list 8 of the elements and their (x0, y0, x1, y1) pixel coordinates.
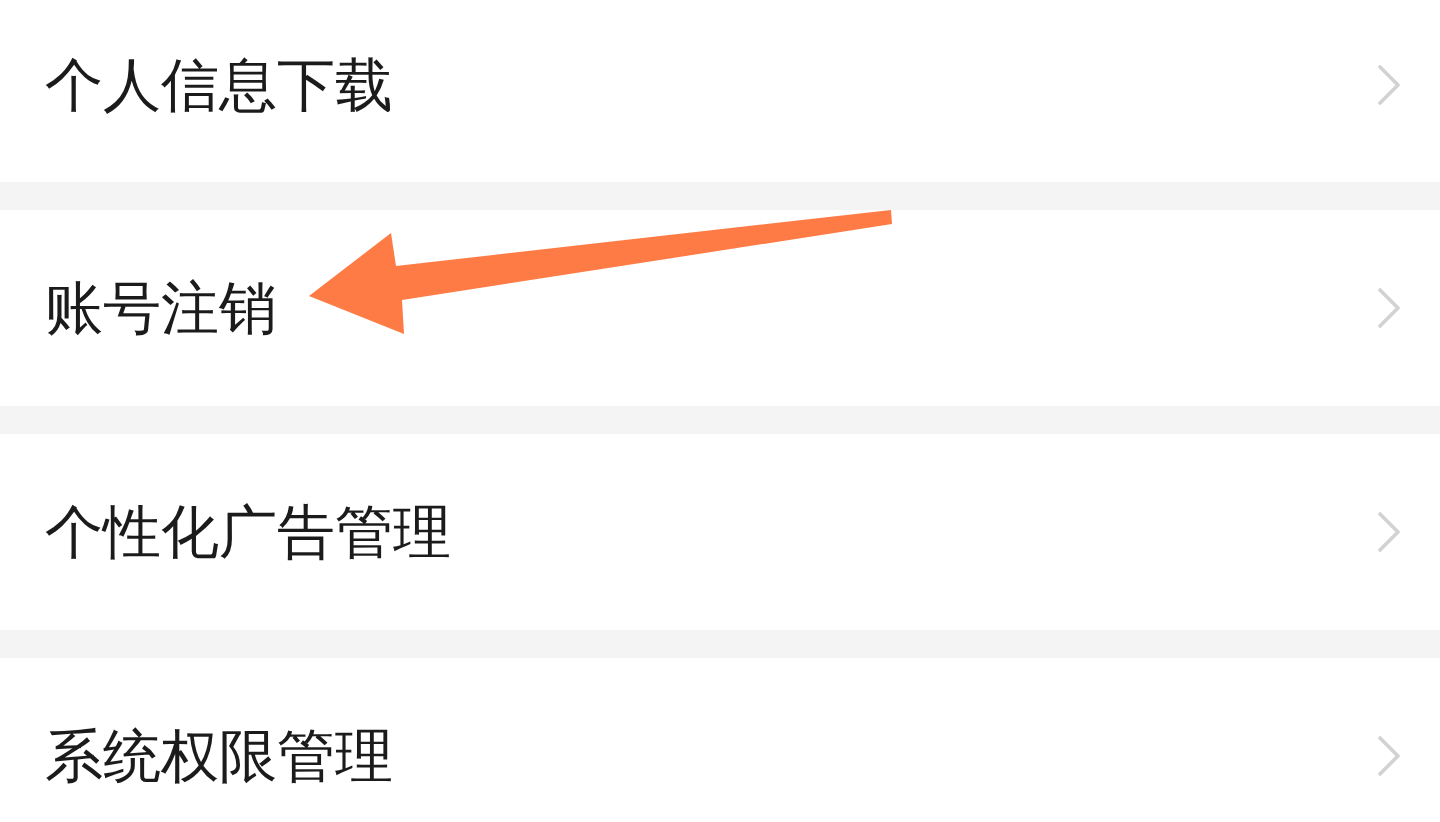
settings-row[interactable]: 个人信息下载 (0, 0, 1440, 182)
settings-row[interactable]: 个性化广告管理 (0, 434, 1440, 630)
settings-row[interactable]: 账号注销 (0, 210, 1440, 406)
chevron-right-icon (1378, 736, 1400, 776)
chevron-right-icon (1378, 512, 1400, 552)
settings-row[interactable]: 系统权限管理 (0, 658, 1440, 822)
chevron-right-icon (1378, 65, 1400, 105)
chevron-right-icon (1378, 288, 1400, 328)
